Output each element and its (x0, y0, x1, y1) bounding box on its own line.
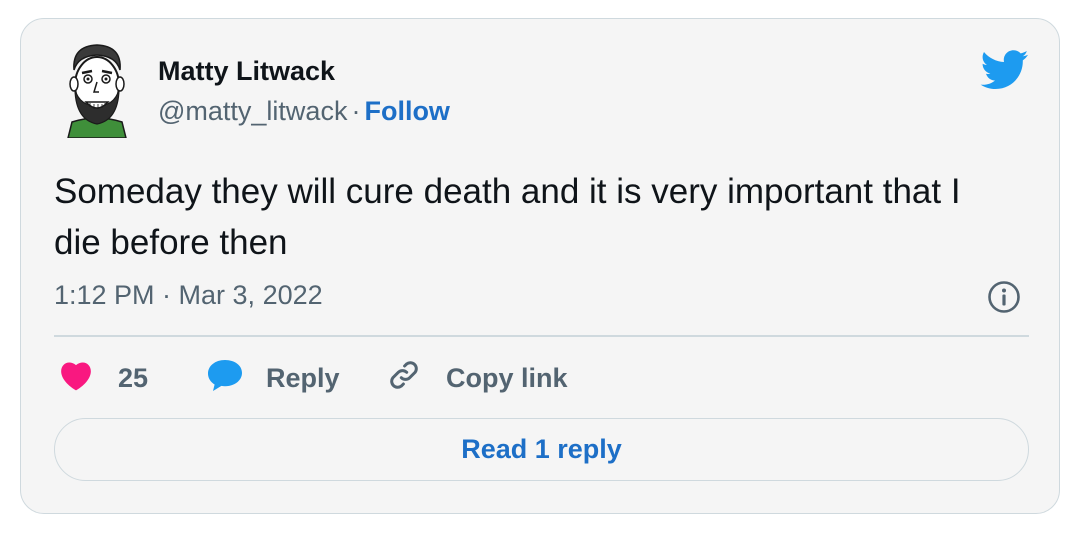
follow-button[interactable]: Follow (364, 96, 449, 126)
avatar-drawing (67, 44, 127, 139)
reply-label: Reply (266, 362, 340, 393)
divider (54, 335, 1029, 337)
heart-icon (58, 359, 94, 398)
link-icon (386, 357, 422, 400)
separator-dot: · (351, 96, 361, 126)
avatar[interactable] (58, 40, 136, 139)
read-replies-button[interactable]: Read 1 reply (54, 418, 1029, 481)
copy-link-label: Copy link (446, 362, 568, 393)
author-name[interactable]: Matty Litwack (158, 56, 335, 87)
copy-link-button[interactable]: Copy link (386, 360, 568, 396)
like-count: 25 (118, 362, 149, 393)
tweet-text: Someday they will cure death and it is v… (54, 172, 961, 262)
twitter-bird-icon[interactable] (980, 50, 1030, 90)
author-handle-line: @matty_litwack · Follow (158, 96, 450, 127)
reply-button[interactable]: Reply (206, 358, 340, 399)
like-button[interactable]: 25 (58, 360, 148, 396)
author-handle[interactable]: @matty_litwack (158, 96, 347, 126)
reply-bubble-icon (206, 358, 244, 399)
tweet-timestamp[interactable]: 1:12 PM · Mar 3, 2022 (54, 280, 323, 311)
info-icon[interactable] (987, 280, 1021, 314)
